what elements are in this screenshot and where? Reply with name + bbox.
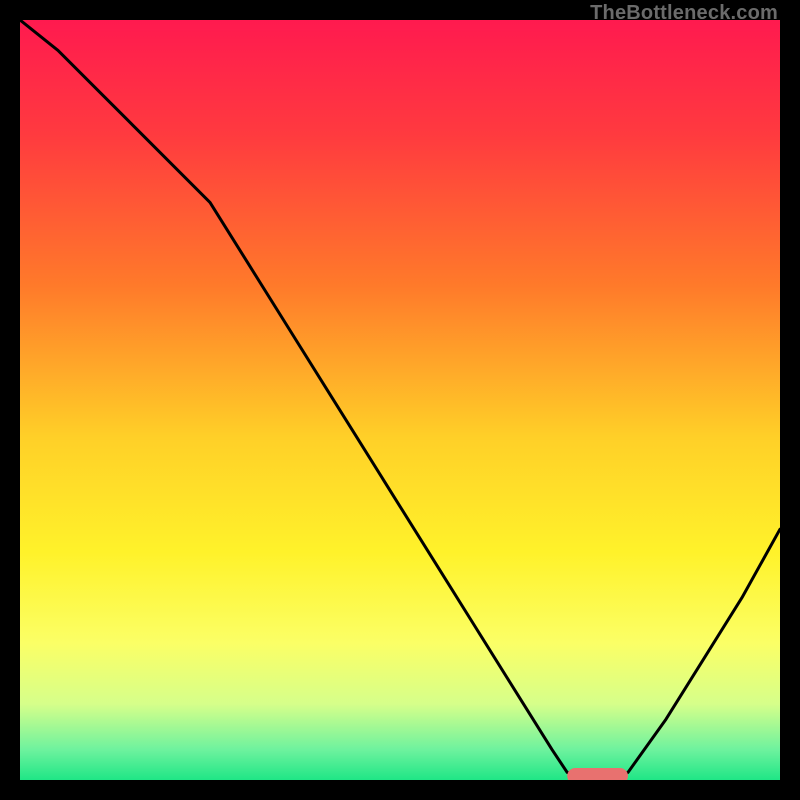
bottleneck-curve (20, 20, 780, 780)
watermark-text: TheBottleneck.com (590, 2, 778, 25)
curve-layer (20, 20, 780, 780)
optimal-range-marker (567, 768, 628, 780)
chart-plot-area (20, 20, 780, 780)
